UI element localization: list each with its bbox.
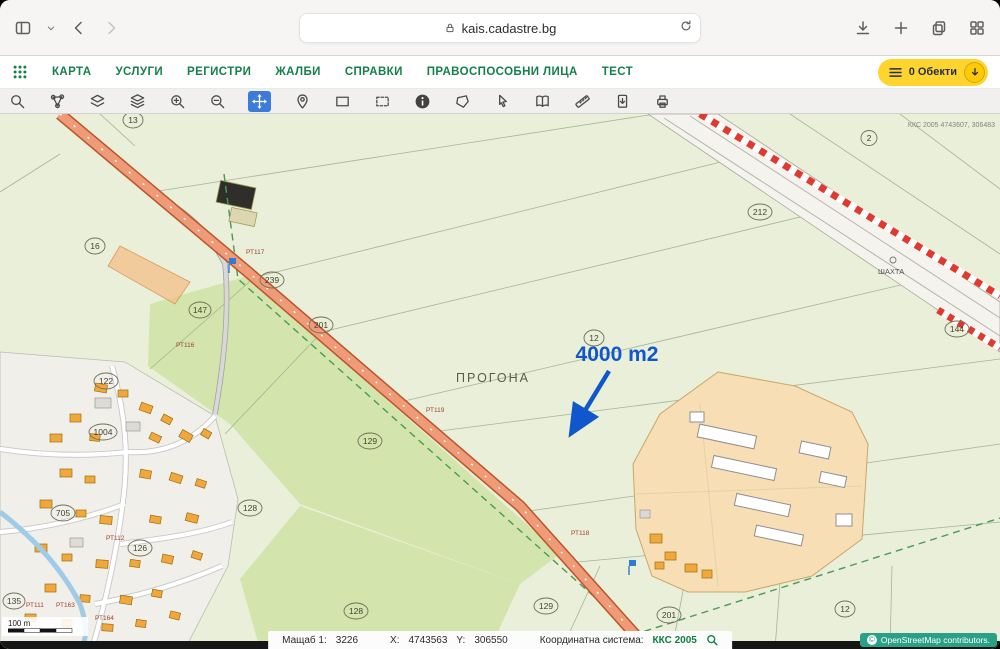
export-tool[interactable] xyxy=(613,92,631,110)
browser-toolbar: kais.cadastre.bg xyxy=(0,0,1000,56)
search-tool[interactable] xyxy=(8,92,26,110)
svg-text:1004: 1004 xyxy=(94,427,113,437)
nav-item-spravki[interactable]: СПРАВКИ xyxy=(345,66,403,78)
svg-text:РТ163: РТ163 xyxy=(56,602,75,609)
svg-text:135: 135 xyxy=(7,596,21,606)
svg-text:РТ117: РТ117 xyxy=(246,249,265,256)
scale-value: 3226 xyxy=(335,634,359,646)
hamburger-icon xyxy=(888,67,902,77)
map-canvas[interactable]: ШАХТА РТ117 РТ116 РТ119 РТ118 РТ112 РТ11… xyxy=(0,109,1000,649)
svg-text:2: 2 xyxy=(867,133,872,143)
svg-text:128: 128 xyxy=(243,503,257,513)
lock-icon xyxy=(446,23,454,33)
x-value: 4743563 xyxy=(408,634,448,646)
area-annotation-text: 4000 m2 xyxy=(576,343,659,366)
scale-bar: 100 m xyxy=(2,617,88,636)
svg-text:РТ164: РТ164 xyxy=(95,615,114,622)
svg-text:РТ118: РТ118 xyxy=(571,530,590,537)
address-bar[interactable]: kais.cadastre.bg xyxy=(299,13,701,43)
site-navbar: КАРТА УСЛУГИ РЕГИСТРИ ЖАЛБИ СПРАВКИ ПРАВ… xyxy=(0,56,1000,89)
svg-text:705: 705 xyxy=(56,508,70,518)
y-value: 306550 xyxy=(474,634,508,646)
browser-window: kais.cadastre.bg КАРТА УСЛУГИ РЕГИСТРИ Ж… xyxy=(0,0,1000,649)
svg-text:РТ116: РТ116 xyxy=(176,342,195,349)
chevron-down-icon[interactable] xyxy=(46,23,56,33)
svg-text:147: 147 xyxy=(193,305,207,315)
x-label: X: xyxy=(390,634,400,646)
svg-text:12: 12 xyxy=(840,604,850,614)
svg-text:239: 239 xyxy=(265,275,279,285)
nav-item-registri[interactable]: РЕГИСТРИ xyxy=(187,66,251,78)
svg-text:126: 126 xyxy=(133,543,147,553)
objects-badge[interactable]: 0 Обекти xyxy=(877,58,988,86)
svg-text:13: 13 xyxy=(128,115,138,125)
y-label: Y: xyxy=(456,634,466,646)
svg-text:12: 12 xyxy=(589,333,599,343)
corner-coordinates: ККС 2005 4743607, 306483 xyxy=(908,122,995,129)
downloads-icon[interactable] xyxy=(854,19,872,37)
arrow-down-icon xyxy=(971,68,978,76)
tab-overview-icon[interactable] xyxy=(968,19,986,37)
objects-count: 0 Обекти xyxy=(908,66,957,78)
svg-text:144: 144 xyxy=(950,324,964,334)
info-tool[interactable] xyxy=(413,92,431,110)
layers-tool[interactable] xyxy=(128,92,146,110)
shaft-label: ШАХТА xyxy=(878,267,904,276)
reload-icon[interactable] xyxy=(679,19,693,33)
nav-item-zhalbi[interactable]: ЖАЛБИ xyxy=(275,66,320,78)
scale-bar-label: 100 m xyxy=(8,619,31,628)
layer-visibility-tool[interactable] xyxy=(88,92,106,110)
new-tab-icon[interactable] xyxy=(892,19,910,37)
svg-text:201: 201 xyxy=(662,610,676,620)
osm-attribution-text: OpenStreetMap contributors. xyxy=(880,635,990,645)
crs-value: ККС 2005 xyxy=(652,634,697,646)
nav-item-karta[interactable]: КАРТА xyxy=(52,66,91,78)
svg-text:122: 122 xyxy=(99,376,113,386)
measure-tool[interactable] xyxy=(573,92,591,110)
crs-label: Координатна система: xyxy=(539,634,644,646)
copy-tabs-icon[interactable] xyxy=(930,19,948,37)
svg-text:212: 212 xyxy=(753,207,767,217)
print-tool[interactable] xyxy=(653,92,671,110)
polygon-select-tool[interactable] xyxy=(453,92,471,110)
legend-tool[interactable] xyxy=(533,92,551,110)
url-text: kais.cadastre.bg xyxy=(461,20,557,36)
svg-text:16: 16 xyxy=(90,241,100,251)
copyright-icon: © xyxy=(866,635,877,645)
rectangle-select-tool[interactable] xyxy=(333,92,351,110)
statusbar-search-icon[interactable] xyxy=(706,634,718,646)
scale-label: Мащаб 1: xyxy=(282,634,327,646)
rectangle-dashed-select-tool[interactable] xyxy=(373,92,391,110)
svg-text:РТ111: РТ111 xyxy=(26,602,44,609)
location-pin-tool[interactable] xyxy=(293,92,311,110)
map-toolbar xyxy=(0,89,1000,114)
svg-text:201: 201 xyxy=(314,320,328,330)
nav-item-uslugi[interactable]: УСЛУГИ xyxy=(115,66,163,78)
osm-attribution[interactable]: © OpenStreetMap contributors. xyxy=(859,633,997,647)
nav-item-pravosposobni-litsa[interactable]: ПРАВОСПОСОБНИ ЛИЦА xyxy=(427,66,578,78)
svg-text:129: 129 xyxy=(363,436,377,446)
region-label: ПРОГОНА xyxy=(456,371,530,385)
svg-text:РТ112: РТ112 xyxy=(106,535,125,542)
sidebar-toggle-icon[interactable] xyxy=(14,19,32,37)
nav-item-test[interactable]: ТЕСТ xyxy=(602,66,633,78)
network-tool[interactable] xyxy=(48,92,66,110)
back-button[interactable] xyxy=(70,19,88,37)
apps-grid-icon[interactable] xyxy=(12,64,28,80)
forward-button[interactable] xyxy=(102,19,120,37)
map-statusbar: Мащаб 1: 3226 X: 4743563 Y: 306550 Коорд… xyxy=(268,631,732,649)
objects-expand-button[interactable] xyxy=(964,61,985,83)
svg-text:РТ119: РТ119 xyxy=(426,407,445,414)
pointer-tool[interactable] xyxy=(493,92,511,110)
zoom-out-tool[interactable] xyxy=(208,92,226,110)
zoom-in-tool[interactable] xyxy=(168,92,186,110)
svg-text:129: 129 xyxy=(539,601,553,611)
pan-tool[interactable] xyxy=(248,90,271,112)
svg-text:128: 128 xyxy=(349,606,363,616)
